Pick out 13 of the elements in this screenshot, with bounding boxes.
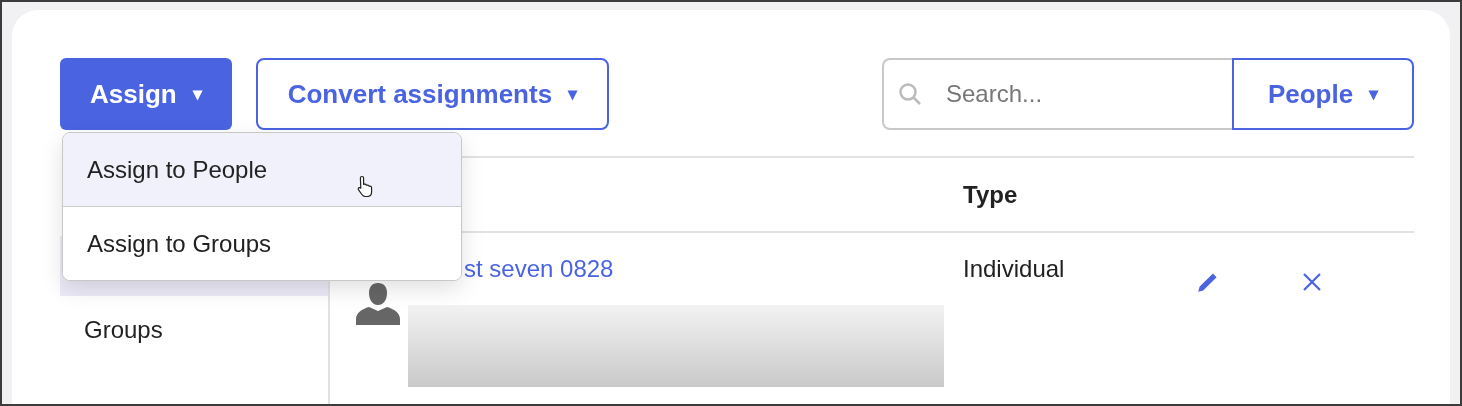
hand-cursor-icon [357, 175, 375, 197]
search-icon [898, 82, 922, 106]
assignee-link[interactable]: st seven 0828 [464, 255, 614, 283]
column-header: Type [963, 180, 1019, 209]
menu-item[interactable]: Assign to People [63, 133, 461, 207]
people-filter-button[interactable]: People ▾ [1232, 58, 1414, 130]
search-field[interactable]: Search... [882, 58, 1232, 130]
menu-item[interactable]: Assign to Groups [63, 207, 461, 280]
assign-button[interactable]: Assign ▾ [60, 58, 232, 130]
sidebar-item[interactable]: Groups [60, 300, 328, 360]
person-icon [356, 283, 400, 325]
table-cell-text: Individual [963, 255, 1066, 284]
convert-assignments-button[interactable]: Convert assignments ▾ [255, 58, 610, 130]
